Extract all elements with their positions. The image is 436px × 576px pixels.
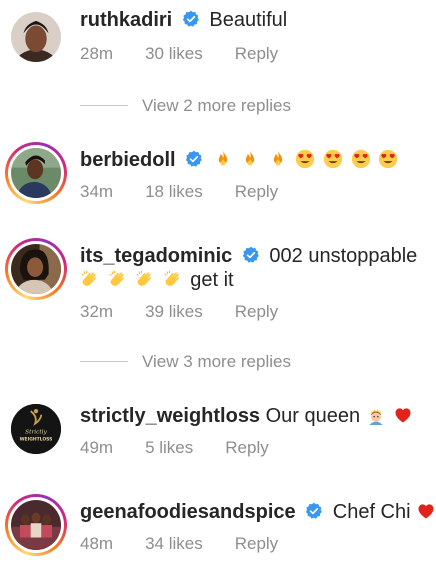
comment-text-2: get it — [190, 269, 234, 291]
comment-text: Our queen — [265, 405, 361, 427]
view-more-label: View 3 more replies — [142, 352, 291, 371]
emoji-row — [366, 405, 416, 427]
fire-icon — [273, 150, 282, 166]
likes-count[interactable]: 5 likes — [145, 438, 193, 457]
view-more-label: View 2 more replies — [142, 96, 291, 115]
comment-line: berbiedoll — [80, 148, 430, 172]
verified-badge-icon — [306, 502, 323, 519]
comment-line: its_tegadominic 002 unstoppable — [80, 244, 430, 268]
comment-meta: 49m 5 likes Reply — [80, 438, 301, 458]
likes-count[interactable]: 34 likes — [145, 534, 203, 553]
clapping-hands-icon — [136, 270, 152, 286]
divider-line — [80, 105, 128, 106]
view-more-replies-button[interactable]: View 2 more replies — [80, 96, 291, 116]
username[interactable]: strictly_weightloss — [80, 405, 260, 427]
reply-button[interactable]: Reply — [235, 534, 278, 553]
reply-button[interactable]: Reply — [235, 44, 278, 63]
reply-button[interactable]: Reply — [225, 438, 268, 457]
reply-button[interactable]: Reply — [235, 182, 278, 201]
likes-count[interactable]: 18 likes — [145, 182, 203, 201]
heart-eyes-icon — [378, 149, 398, 169]
comment-geenafoodiesandspice: geenafoodiesandspice Chef Chi 48m 34 like… — [0, 490, 436, 576]
likes-count[interactable]: 30 likes — [145, 44, 203, 63]
comment-time: 48m — [80, 534, 114, 553]
username[interactable]: berbiedoll — [80, 149, 176, 171]
avatar[interactable]: Strictly WEIGHTLOSS — [5, 398, 67, 460]
comment-line: strictly_weightloss Our queen — [80, 404, 430, 428]
fire-icon — [246, 150, 255, 166]
red-heart-icon — [418, 504, 434, 519]
view-more-replies-button[interactable]: View 3 more replies — [80, 352, 291, 372]
comment-text: Chef Chi — [332, 501, 411, 523]
avatar[interactable] — [5, 6, 67, 68]
fire-icon — [218, 150, 227, 166]
emoji-row — [213, 149, 400, 171]
woman-with-crown-icon — [369, 409, 383, 425]
reply-button[interactable]: Reply — [235, 302, 278, 321]
username[interactable]: its_tegadominic — [80, 245, 232, 267]
comment-line: geenafoodiesandspice Chef Chi — [80, 500, 434, 524]
comment-its-tegadominic: its_tegadominic 002 unstoppable get it 3… — [0, 234, 436, 334]
avatar[interactable] — [5, 494, 67, 556]
comment-text: 002 unstoppable — [269, 245, 418, 267]
heart-eyes-icon — [351, 149, 370, 169]
comment-line-2: get it — [80, 268, 430, 292]
avatar-logo-text: Strictly — [25, 429, 47, 435]
username[interactable]: ruthkadiri — [80, 9, 172, 31]
verified-badge-icon — [182, 10, 199, 27]
likes-count[interactable]: 39 likes — [145, 302, 203, 321]
clapping-hands-icon — [164, 270, 179, 286]
avatar[interactable] — [5, 142, 67, 204]
comment-time: 34m — [80, 182, 114, 201]
divider-line — [80, 361, 128, 362]
comment-berbiedoll: berbiedoll 34m 18 likes Reply — [0, 138, 436, 218]
heart-eyes-icon — [323, 149, 343, 169]
comment-meta: 34m 18 likes Reply — [80, 182, 310, 202]
comment-meta: 32m 39 likes Reply — [80, 302, 310, 322]
emoji-row — [80, 269, 190, 291]
comment-time: 49m — [80, 438, 114, 457]
comment-time: 28m — [80, 44, 114, 63]
clapping-hands-icon — [81, 270, 96, 286]
comment-meta: 28m 30 likes Reply — [80, 44, 310, 64]
comment-text: Beautiful — [209, 9, 288, 31]
avatar-logo-text-2: WEIGHTLOSS — [20, 437, 53, 443]
clapping-hands-icon — [109, 270, 124, 286]
verified-badge-icon — [185, 150, 203, 167]
comment-time: 32m — [80, 302, 114, 321]
username[interactable]: geenafoodiesandspice — [80, 501, 296, 523]
verified-badge-icon — [242, 246, 259, 263]
comment-strictly-weightloss: Strictly WEIGHTLOSS strictly_weightloss … — [0, 392, 436, 472]
avatar[interactable] — [5, 238, 67, 300]
comment-ruthkadiri: ruthkadiri Beautiful 28m 30 likes Reply — [0, 0, 436, 80]
red-heart-icon — [395, 408, 411, 423]
comment-line: ruthkadiri Beautiful — [80, 8, 430, 32]
heart-eyes-icon — [296, 149, 315, 169]
comment-meta: 48m 34 likes Reply — [80, 534, 310, 554]
